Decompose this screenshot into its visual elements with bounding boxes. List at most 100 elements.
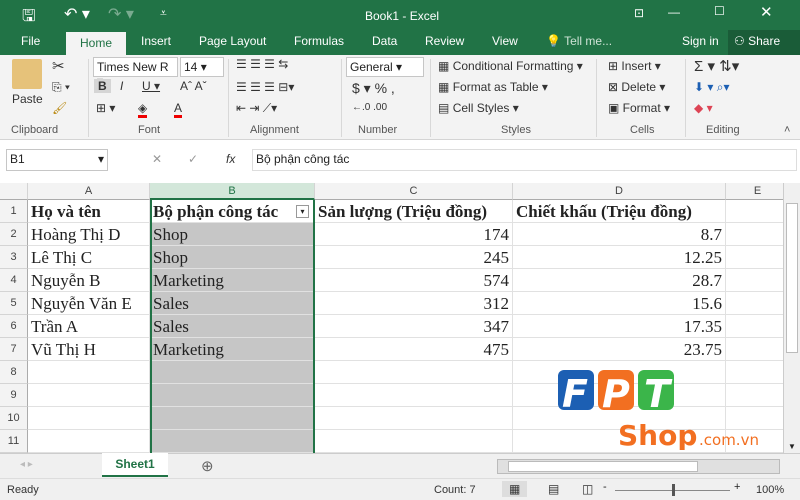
- italic-button[interactable]: I: [120, 79, 123, 93]
- cell[interactable]: 347: [315, 315, 513, 338]
- currency-icon[interactable]: $ ▾ % ,: [352, 80, 395, 97]
- cell[interactable]: 8.7: [513, 223, 726, 246]
- cell[interactable]: Hoàng Thị D: [28, 223, 150, 246]
- cell[interactable]: Nguyễn Văn E: [28, 292, 150, 315]
- row-header[interactable]: 7: [0, 338, 28, 361]
- sheet-tab-sheet1[interactable]: Sheet1: [102, 453, 168, 477]
- cell[interactable]: Lê Thị C: [28, 246, 150, 269]
- row-header[interactable]: 10: [0, 407, 28, 430]
- normal-view-icon[interactable]: ▦: [502, 481, 528, 497]
- row-header[interactable]: 4: [0, 269, 28, 292]
- cell[interactable]: [315, 407, 513, 430]
- align-top-icon[interactable]: ☰ ☰ ☰ ⇆: [236, 57, 288, 71]
- maximize-icon[interactable]: ☐: [714, 4, 725, 18]
- cell[interactable]: [315, 430, 513, 453]
- cell[interactable]: [726, 223, 783, 246]
- horizontal-scrollbar[interactable]: [497, 459, 780, 474]
- cell[interactable]: [726, 315, 783, 338]
- row-header[interactable]: 9: [0, 384, 28, 407]
- tab-insert[interactable]: Insert: [141, 34, 171, 48]
- format-as-table-button[interactable]: ▦ Format as Table ▾: [438, 80, 548, 94]
- column-header-b[interactable]: B: [150, 183, 315, 200]
- cell[interactable]: 17.35: [513, 315, 726, 338]
- cell[interactable]: 245: [315, 246, 513, 269]
- row-header[interactable]: 6: [0, 315, 28, 338]
- font-size-select[interactable]: 14 ▾: [180, 57, 224, 77]
- collapse-ribbon-icon[interactable]: ˄: [784, 124, 790, 136]
- cell[interactable]: [28, 430, 150, 453]
- column-header-a[interactable]: A: [28, 183, 150, 200]
- insert-function-button[interactable]: fx: [226, 152, 235, 166]
- cell[interactable]: [726, 246, 783, 269]
- cell-styles-button[interactable]: ▤ Cell Styles ▾: [438, 101, 519, 115]
- format-cells-button[interactable]: ▣ Format ▾: [608, 101, 670, 115]
- formula-input[interactable]: Bộ phận công tác: [252, 149, 797, 171]
- enter-icon[interactable]: ✓: [188, 152, 198, 166]
- cell[interactable]: Nguyễn B: [28, 269, 150, 292]
- name-box[interactable]: B1 ▾: [6, 149, 108, 171]
- cell[interactable]: [28, 361, 150, 384]
- vertical-scroll-thumb[interactable]: [786, 203, 798, 353]
- cell[interactable]: [28, 384, 150, 407]
- tab-formulas[interactable]: Formulas: [294, 34, 344, 48]
- cell[interactable]: Marketing: [150, 269, 315, 292]
- cell[interactable]: [150, 430, 315, 453]
- borders-icon[interactable]: ⊞ ▾: [96, 101, 115, 115]
- insert-cells-button[interactable]: ⊞ Insert ▾: [608, 59, 661, 73]
- number-format-select[interactable]: General ▾: [346, 57, 424, 77]
- tab-view[interactable]: View: [492, 34, 518, 48]
- fill-color-icon[interactable]: ◈: [138, 101, 148, 118]
- tab-review[interactable]: Review: [425, 34, 464, 48]
- page-layout-view-icon[interactable]: ▤: [548, 482, 559, 496]
- save-icon[interactable]: 🖫: [22, 5, 36, 32]
- cancel-icon[interactable]: ✕: [152, 152, 162, 166]
- tab-data[interactable]: Data: [372, 34, 397, 48]
- row-header[interactable]: 3: [0, 246, 28, 269]
- spreadsheet-grid[interactable]: A B C D E 1 Họ và tên Bộ phận công tác Sản …: [0, 183, 783, 453]
- decimal-icon[interactable]: ←.0 .00: [352, 102, 387, 113]
- cell[interactable]: [315, 384, 513, 407]
- cell[interactable]: 28.7: [513, 269, 726, 292]
- sign-in-link[interactable]: Sign in: [682, 34, 719, 48]
- cell[interactable]: [150, 361, 315, 384]
- cell[interactable]: 15.6: [513, 292, 726, 315]
- cell[interactable]: Trần A: [28, 315, 150, 338]
- redo-icon[interactable]: ↷ ▾: [108, 4, 134, 24]
- column-header-e[interactable]: E: [726, 183, 783, 200]
- tab-file[interactable]: File: [21, 34, 40, 48]
- header-cell[interactable]: Bộ phận công tác: [150, 200, 315, 223]
- row-header[interactable]: 2: [0, 223, 28, 246]
- ribbon-display-icon[interactable]: ⊡: [634, 6, 644, 20]
- format-painter-icon[interactable]: 🖌: [52, 101, 67, 115]
- cell[interactable]: 174: [315, 223, 513, 246]
- row-header[interactable]: 11: [0, 430, 28, 453]
- bold-button[interactable]: B: [94, 79, 111, 93]
- minimize-icon[interactable]: —: [668, 5, 680, 19]
- select-all[interactable]: [0, 183, 28, 200]
- tab-home[interactable]: Home: [66, 32, 126, 55]
- cell[interactable]: 23.75: [513, 338, 726, 361]
- row-header[interactable]: 1: [0, 200, 28, 223]
- cell[interactable]: Sales: [150, 292, 315, 315]
- cut-icon[interactable]: ✂: [52, 57, 65, 75]
- cell[interactable]: [726, 338, 783, 361]
- cell[interactable]: [315, 361, 513, 384]
- paste-button[interactable]: Paste: [12, 92, 43, 106]
- indent-icon[interactable]: ⇤ ⇥ ⟋▾: [236, 101, 277, 116]
- filter-dropdown-icon[interactable]: ▾: [296, 205, 309, 218]
- row-header[interactable]: 5: [0, 292, 28, 315]
- tab-page-layout[interactable]: Page Layout: [199, 34, 266, 48]
- autosum-icon[interactable]: Σ ▾ ⇅▾: [694, 57, 739, 75]
- cell[interactable]: [150, 407, 315, 430]
- cell[interactable]: Shop: [150, 246, 315, 269]
- cell[interactable]: 475: [315, 338, 513, 361]
- clear-icon[interactable]: ◆ ▾: [694, 101, 713, 115]
- align-left-icon[interactable]: ☰ ☰ ☰ ⊟▾: [236, 80, 294, 94]
- close-icon[interactable]: ✕: [760, 3, 773, 21]
- cell[interactable]: 574: [315, 269, 513, 292]
- tell-me-input[interactable]: 💡 Tell me...: [546, 34, 612, 48]
- share-button[interactable]: ⚇ Share: [728, 30, 800, 55]
- delete-cells-button[interactable]: ⊠ Delete ▾: [608, 80, 665, 94]
- sheet-nav-arrows[interactable]: ◂ ▸: [20, 459, 33, 470]
- font-grow-icon[interactable]: Aˆ Aˇ: [180, 79, 207, 93]
